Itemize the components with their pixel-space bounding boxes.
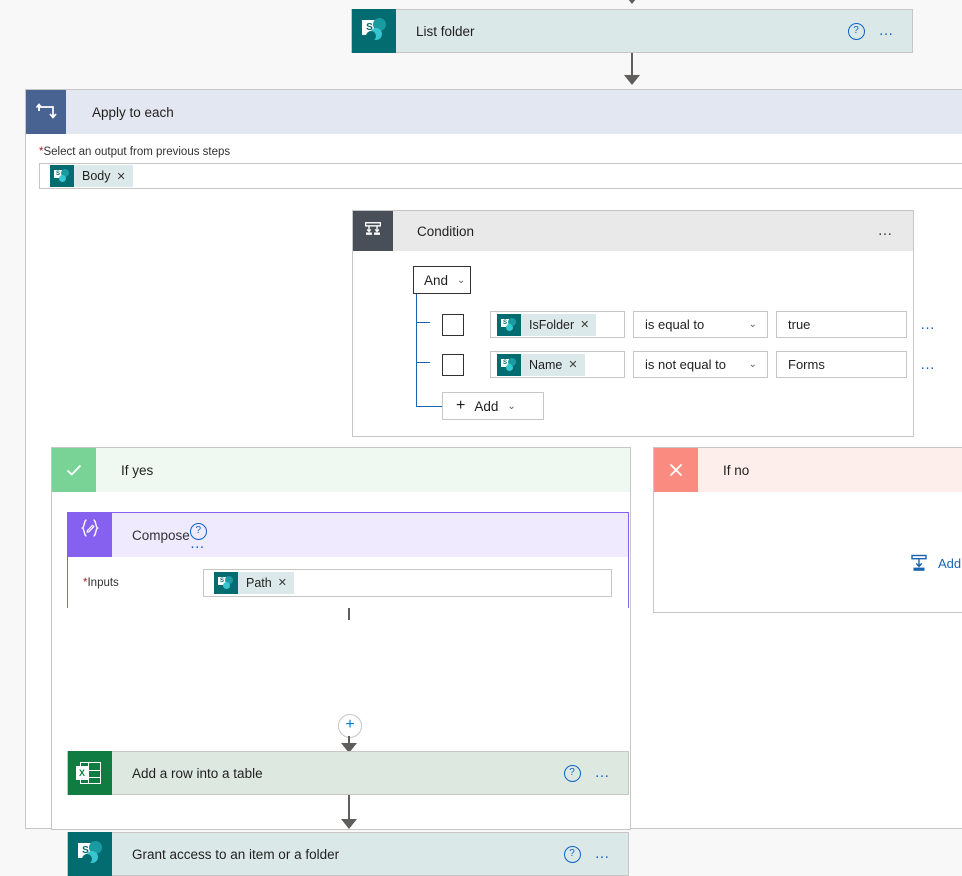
check-icon [52, 448, 96, 492]
action-card-compose[interactable]: Compose ? … *Inputs S Path ✕ [67, 512, 629, 608]
if-yes-header: If yes [52, 448, 630, 492]
token-remove-icon[interactable]: ✕ [580, 318, 596, 331]
help-icon[interactable]: ? [563, 845, 581, 863]
sharepoint-icon: S [497, 353, 521, 376]
select-output-label: *Select an output from previous steps [39, 146, 231, 158]
chevron-down-icon: ⌄ [507, 400, 516, 412]
more-menu-icon[interactable]: … [879, 23, 897, 38]
logic-operator-select[interactable]: And ⌄ [413, 266, 471, 294]
condition-row-value[interactable]: true [776, 311, 907, 338]
condition-row-checkbox[interactable] [442, 353, 464, 376]
add-label: Add [474, 398, 499, 414]
condition-row-field[interactable]: S IsFolder ✕ [490, 311, 625, 338]
token-label: Path [246, 575, 272, 590]
compose-icon [68, 513, 112, 557]
condition-row-value[interactable]: Forms [776, 351, 907, 378]
connector-line-1 [631, 53, 633, 77]
chevron-down-icon: ⌄ [457, 274, 466, 286]
token-body[interactable]: S Body ✕ [50, 165, 133, 187]
condition-row-field[interactable]: S Name ✕ [490, 351, 625, 378]
sharepoint-icon: S [352, 9, 396, 53]
chevron-down-icon: ⌄ [748, 319, 757, 330]
token-remove-icon[interactable]: ✕ [117, 170, 133, 183]
plus-icon: + [456, 397, 466, 414]
scope-apply-to-each: Apply to each *Select an output from pre… [25, 89, 962, 876]
insert-action-button[interactable]: + [338, 714, 362, 738]
if-no-title: If no [723, 462, 750, 478]
select-output-input[interactable]: S Body ✕ [39, 163, 962, 189]
action-card-add-row[interactable]: X Add a row into a table ? … [67, 751, 629, 795]
condition-row-operator[interactable]: is not equal to ⌄ [633, 351, 768, 378]
connector-line-4 [348, 795, 350, 821]
add-condition-button[interactable]: + Add ⌄ [442, 392, 544, 420]
branch-if-no: If no Add an ac [653, 447, 962, 613]
action-title: Add a row into a table [132, 765, 263, 781]
connector-arrow-1 [624, 75, 640, 85]
chevron-down-icon: ⌄ [748, 359, 757, 370]
help-icon[interactable]: ? [563, 764, 581, 782]
action-title: Grant access to an item or a folder [132, 846, 340, 862]
condition-tree-vertical [416, 294, 417, 406]
condition-tree-branch-2 [416, 362, 430, 363]
sharepoint-icon: S [50, 165, 74, 187]
condition-row: S Name ✕ is not equal to ⌄ Forms … [442, 351, 938, 378]
action-card-list-folder[interactable]: S List folder ? … [351, 9, 913, 53]
condition-row-checkbox[interactable] [442, 313, 464, 336]
condition-title: Condition [417, 223, 475, 239]
condition-tree-branch-1 [416, 322, 430, 323]
apply-to-each-title: Apply to each [92, 104, 174, 120]
sharepoint-icon: S [214, 571, 238, 594]
more-menu-icon[interactable]: … [920, 317, 938, 332]
add-action-icon [909, 553, 929, 573]
token-label: IsFolder [529, 317, 575, 332]
more-menu-icon[interactable]: … [878, 223, 914, 238]
value-text: Forms [788, 357, 825, 372]
token-isfolder[interactable]: S IsFolder ✕ [497, 313, 597, 336]
flow-canvas: S List folder ? … Apply to each *Select … [0, 0, 962, 876]
more-menu-icon[interactable]: … [595, 765, 613, 780]
sharepoint-icon: S [497, 313, 521, 336]
condition-header[interactable]: Condition … [353, 211, 913, 251]
select-output-field-group: *Select an output from previous steps S … [39, 146, 962, 189]
value-text: true [788, 317, 811, 332]
operator-value: is equal to [645, 317, 705, 332]
logic-operator-value: And [424, 272, 449, 288]
sharepoint-icon: S [68, 832, 112, 876]
token-name[interactable]: S Name ✕ [497, 353, 585, 376]
action-card-grant-access[interactable]: S Grant access to an item or a folder ? … [67, 832, 629, 876]
excel-icon: X [68, 751, 112, 795]
action-title: List folder [416, 23, 475, 39]
condition-icon [353, 211, 393, 251]
add-action-link[interactable]: Add an ac [909, 553, 962, 573]
if-no-header: If no [654, 448, 962, 492]
action-title: Compose [132, 527, 190, 543]
more-menu-icon[interactable]: … [920, 357, 938, 372]
operator-value: is not equal to [645, 357, 726, 372]
condition-tree-branch-3 [416, 406, 442, 407]
compose-inputs-label: *Inputs [83, 576, 119, 589]
add-action-label: Add an ac [938, 555, 962, 571]
token-remove-icon[interactable]: ✕ [278, 576, 294, 589]
connector-line-2 [348, 608, 350, 620]
card-condition: Condition … And ⌄ S IsFolder ✕ is equal … [352, 210, 935, 437]
more-menu-icon[interactable]: … [595, 846, 613, 861]
compose-inputs-field[interactable]: S Path ✕ [203, 568, 612, 597]
condition-row-operator[interactable]: is equal to ⌄ [633, 311, 768, 338]
if-yes-title: If yes [121, 462, 154, 478]
loop-icon [26, 90, 66, 134]
connector-arrow-3 [341, 819, 357, 829]
token-remove-icon[interactable]: ✕ [568, 358, 584, 371]
condition-row: S IsFolder ✕ is equal to ⌄ true … [442, 311, 938, 338]
cross-icon [654, 448, 698, 492]
branch-if-yes: If yes Compose ? … *Inputs S Path ✕ + X … [51, 447, 631, 876]
token-label: Body [82, 169, 111, 183]
help-icon[interactable]: ? [847, 22, 865, 40]
apply-to-each-header[interactable]: Apply to each [26, 90, 962, 134]
token-label: Name [529, 357, 563, 372]
connector-arrow-top [624, 0, 640, 4]
token-path[interactable]: S Path ✕ [214, 571, 294, 594]
more-menu-icon[interactable]: … [190, 536, 208, 551]
